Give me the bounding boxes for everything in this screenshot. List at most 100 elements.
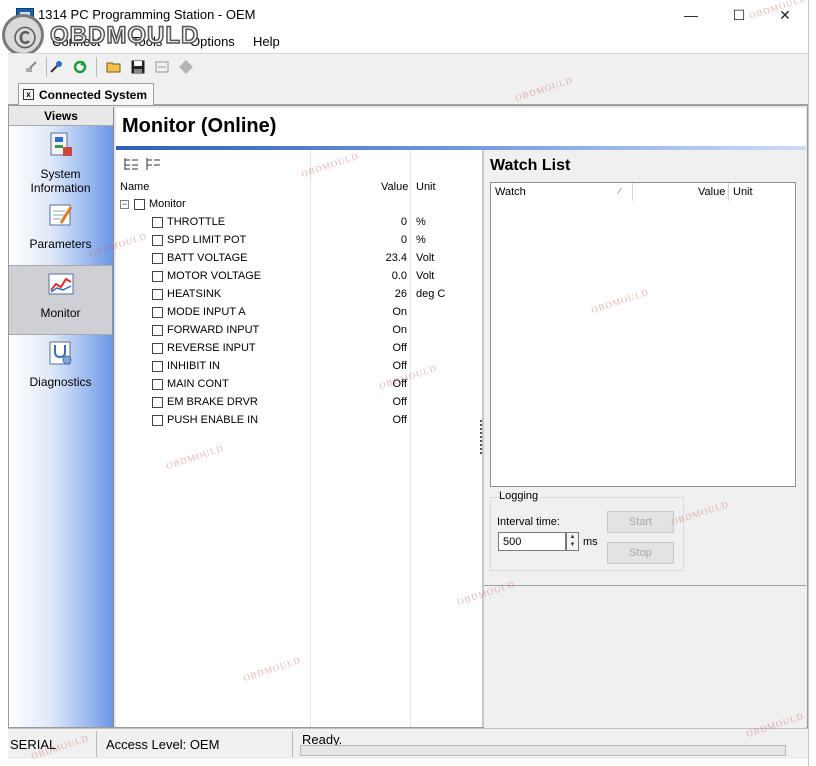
row-unit: deg C [416, 288, 446, 300]
views-sidebar: Views System Information Parameters Moni… [9, 107, 114, 727]
row-name: REVERSE INPUT [167, 342, 256, 354]
row-value: 0 [400, 216, 407, 228]
tab-label: Connected System [39, 87, 148, 102]
splitter-grip-icon[interactable] [480, 420, 482, 456]
tab-close-icon[interactable]: x [23, 89, 34, 100]
row-value: On [392, 324, 407, 336]
table-row[interactable]: MAIN CONT Off [116, 376, 482, 394]
monitor-chart-icon [48, 273, 74, 295]
expand-all-icon[interactable] [122, 156, 140, 172]
row-value: 0 [400, 234, 407, 246]
minimize-button[interactable]: — [676, 4, 706, 26]
table-row[interactable]: EM BRAKE DRVR Off [116, 394, 482, 412]
row-name: PUSH ENABLE IN [167, 414, 259, 426]
table-row[interactable]: THROTTLE 0% [116, 214, 482, 232]
logging-legend: Logging [497, 490, 541, 502]
eraser-icon[interactable] [176, 57, 196, 77]
diagnostics-stethoscope-icon [49, 341, 72, 365]
watch-column-header-unit[interactable]: Unit [733, 186, 753, 198]
sort-indicator-icon: ⁄ [619, 186, 621, 196]
tab-connected-system[interactable]: x Connected System [18, 83, 155, 105]
sidebar-item-monitor[interactable]: Monitor [9, 265, 112, 335]
column-header-name[interactable]: Name [120, 181, 149, 193]
row-checkbox[interactable] [152, 235, 163, 246]
open-folder-icon[interactable] [104, 57, 124, 77]
monitor-tree-panel: Name Value Unit − Monitor THROTTLE 0% SPD … [116, 150, 483, 727]
parameters-icon [49, 204, 73, 226]
status-bar: SERIAL Access Level: OEM Ready. [8, 728, 808, 759]
logo-badge-icon: Ⓒ [2, 14, 44, 56]
row-checkbox[interactable] [152, 307, 163, 318]
row-name: THROTTLE [167, 216, 226, 228]
spin-down-icon[interactable]: ▼ [567, 541, 578, 549]
row-checkbox[interactable] [152, 361, 163, 372]
table-row[interactable]: SPD LIMIT POT 0% [116, 232, 482, 250]
row-checkbox[interactable] [152, 217, 163, 228]
table-row[interactable]: FORWARD INPUT On [116, 322, 482, 340]
table-row[interactable]: REVERSE INPUT Off [116, 340, 482, 358]
row-value: Off [392, 342, 407, 354]
spin-up-icon[interactable]: ▲ [567, 533, 578, 541]
row-name: HEATSINK [167, 288, 222, 300]
table-row[interactable]: PUSH ENABLE IN Off [116, 412, 482, 430]
row-name: BATT VOLTAGE [167, 252, 248, 264]
save-icon[interactable] [128, 57, 148, 77]
collapse-all-icon[interactable] [144, 156, 162, 172]
row-value: Off [392, 414, 407, 426]
watch-list-panel: Watch List Watch ⁄ Value Unit Logging In… [484, 150, 806, 585]
status-progress-bar [300, 745, 786, 756]
tree-root-monitor[interactable]: − Monitor [116, 196, 482, 214]
background-window-edge [808, 0, 816, 766]
row-unit: Volt [416, 252, 435, 264]
row-checkbox[interactable] [152, 271, 163, 282]
toolbar [8, 53, 808, 81]
row-value: On [392, 306, 407, 318]
row-checkbox[interactable] [152, 415, 163, 426]
collapse-expander-icon[interactable]: − [120, 200, 129, 209]
start-button[interactable]: Start [607, 511, 674, 533]
interval-unit: ms [583, 536, 598, 548]
row-checkbox[interactable] [152, 253, 163, 264]
interval-input[interactable]: 500 [498, 532, 566, 551]
row-value: 0.0 [391, 270, 407, 282]
connect-icon[interactable] [22, 57, 42, 77]
row-checkbox[interactable] [152, 379, 163, 390]
row-value: 23.4 [385, 252, 407, 264]
column-header-value[interactable]: Value [381, 181, 408, 193]
page-title: Monitor (Online) [122, 115, 277, 137]
table-row[interactable]: MODE INPUT A On [116, 304, 482, 322]
row-unit: % [416, 216, 426, 228]
watch-column-header-watch[interactable]: Watch [495, 186, 526, 198]
sidebar-item-diagnostics[interactable]: Diagnostics [9, 335, 112, 403]
program-icon[interactable] [152, 57, 172, 77]
watch-column-header-value[interactable]: Value [698, 186, 725, 198]
column-header-unit[interactable]: Unit [416, 181, 436, 193]
system-information-icon [50, 132, 72, 156]
checkbox[interactable] [134, 199, 145, 210]
watch-list-title: Watch List [490, 157, 571, 174]
monitor-header: Monitor (Online) [116, 108, 806, 148]
stop-button[interactable]: Stop [607, 542, 674, 564]
interval-label: Interval time: [497, 516, 560, 528]
sidebar-item-system-information[interactable]: System Information [9, 127, 112, 195]
disconnect-icon[interactable] [46, 57, 66, 77]
row-name: FORWARD INPUT [167, 324, 260, 336]
row-value: 26 [394, 288, 407, 300]
row-name: EM BRAKE DRVR [167, 396, 258, 408]
row-checkbox[interactable] [152, 397, 163, 408]
table-row[interactable]: HEATSINK 26 deg C [116, 286, 482, 304]
refresh-icon[interactable] [70, 57, 90, 77]
row-unit: % [416, 234, 426, 246]
row-name: MODE INPUT A [167, 306, 246, 318]
table-row[interactable]: MOTOR VOLTAGE 0.0 Volt [116, 268, 482, 286]
interval-spinner[interactable]: ▲ ▼ [566, 532, 579, 551]
table-row[interactable]: BATT VOLTAGE 23.4 Volt [116, 250, 482, 268]
menu-help[interactable]: Help [253, 34, 280, 49]
row-unit: Volt [416, 270, 435, 282]
row-checkbox[interactable] [152, 343, 163, 354]
document-tab-strip: x Connected System [8, 80, 808, 105]
watch-list-table[interactable]: Watch ⁄ Value Unit [490, 182, 796, 487]
row-checkbox[interactable] [152, 325, 163, 336]
row-checkbox[interactable] [152, 289, 163, 300]
row-name: MAIN CONT [167, 378, 229, 390]
